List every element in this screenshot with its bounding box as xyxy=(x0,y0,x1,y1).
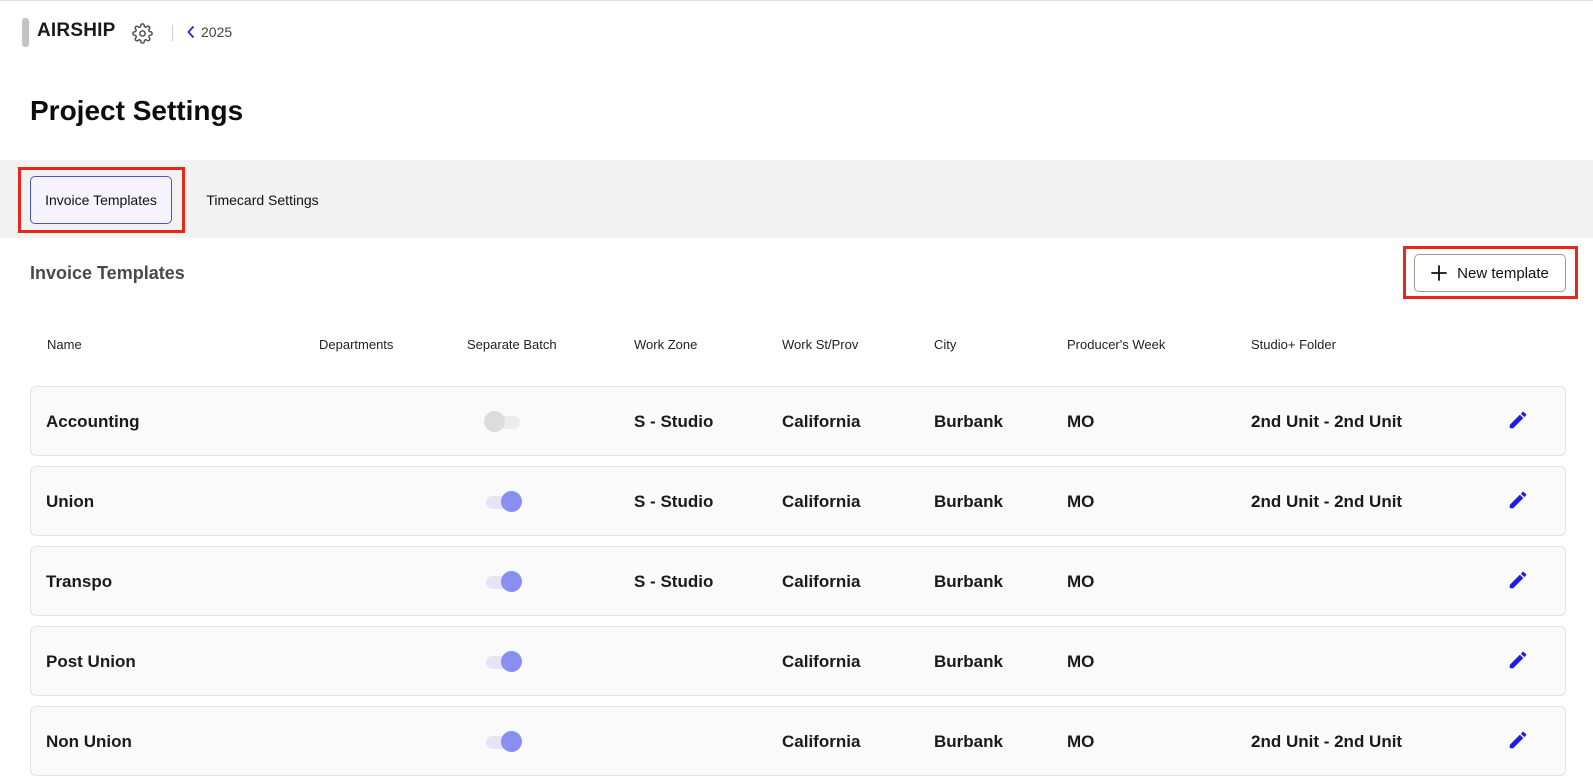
cell-city: Burbank xyxy=(934,572,1003,591)
column-header-producers-week: Producer's Week xyxy=(1067,337,1166,352)
table-row[interactable]: Transpo S - Studio California Burbank MO xyxy=(30,546,1566,616)
cell-studio-folder: 2nd Unit - 2nd Unit xyxy=(1251,492,1403,511)
column-header-work-zone: Work Zone xyxy=(634,337,698,352)
pencil-icon[interactable] xyxy=(1507,489,1529,511)
cell-work-state: California xyxy=(782,572,861,591)
pencil-icon[interactable] xyxy=(1507,729,1529,751)
cell-work-state: California xyxy=(782,412,861,431)
cell-work-state: California xyxy=(782,732,861,751)
cell-name: Transpo xyxy=(46,572,113,591)
column-header-name: Name xyxy=(47,337,82,352)
cell-producers-week: MO xyxy=(1067,572,1095,591)
separate-batch-toggle[interactable] xyxy=(484,651,522,673)
cell-name: Non Union xyxy=(46,732,132,751)
cell-studio-folder: 2nd Unit - 2nd Unit xyxy=(1251,412,1403,431)
chevron-left-icon xyxy=(187,26,194,38)
column-header-studio-folder: Studio+ Folder xyxy=(1251,337,1336,352)
separate-batch-toggle[interactable] xyxy=(484,571,522,593)
column-header-work-state: Work St/Prov xyxy=(782,337,859,352)
cell-producers-week: MO xyxy=(1067,652,1095,671)
section-title: Invoice Templates xyxy=(30,263,185,283)
cell-city: Burbank xyxy=(934,412,1003,431)
top-bar: AIRSHIP 2025 xyxy=(0,1,1593,63)
column-header-city: City xyxy=(934,337,957,352)
column-header-departments: Departments xyxy=(319,337,394,352)
back-link[interactable]: 2025 xyxy=(187,24,232,40)
plus-icon xyxy=(1431,265,1448,281)
pencil-icon[interactable] xyxy=(1507,409,1529,431)
table-row[interactable]: Post Union California Burbank MO xyxy=(30,626,1566,696)
app-logo[interactable]: AIRSHIP xyxy=(37,20,115,42)
table-row[interactable]: Accounting S - Studio California Burbank… xyxy=(30,386,1566,456)
table-row[interactable]: Union S - Studio California Burbank MO 2… xyxy=(30,466,1566,536)
pencil-icon[interactable] xyxy=(1507,649,1529,671)
cell-work-zone: S - Studio xyxy=(634,492,714,511)
cell-city: Burbank xyxy=(934,732,1003,751)
separate-batch-toggle[interactable] xyxy=(484,731,522,753)
gear-icon[interactable] xyxy=(132,23,153,44)
separate-batch-toggle[interactable] xyxy=(484,411,522,433)
pencil-icon[interactable] xyxy=(1507,569,1529,591)
cell-name: Accounting xyxy=(46,412,140,431)
tab-timecard-settings[interactable]: Timecard Settings xyxy=(190,176,335,224)
cell-studio-folder: 2nd Unit - 2nd Unit xyxy=(1251,732,1403,751)
cell-work-state: California xyxy=(782,492,861,511)
new-template-label: New template xyxy=(1457,264,1549,282)
cell-producers-week: MO xyxy=(1067,732,1095,751)
table-header: Name Departments Separate Batch Work Zon… xyxy=(30,335,1566,355)
separate-batch-toggle[interactable] xyxy=(484,491,522,513)
column-header-separate-batch: Separate Batch xyxy=(467,337,557,352)
back-link-label: 2025 xyxy=(201,24,233,40)
cell-name: Post Union xyxy=(46,652,136,671)
cell-name: Union xyxy=(46,492,95,511)
table-row[interactable]: Non Union California Burbank MO 2nd Unit… xyxy=(30,706,1566,776)
cell-work-state: California xyxy=(782,652,861,671)
cell-producers-week: MO xyxy=(1067,492,1095,511)
brand-mark xyxy=(22,18,29,47)
new-template-button[interactable]: New template xyxy=(1414,254,1566,292)
tab-invoice-templates[interactable]: Invoice Templates xyxy=(30,176,172,224)
cell-city: Burbank xyxy=(934,492,1003,511)
cell-producers-week: MO xyxy=(1067,412,1095,431)
breadcrumb-divider xyxy=(172,25,173,41)
cell-work-zone: S - Studio xyxy=(634,412,714,431)
cell-work-zone: S - Studio xyxy=(634,572,714,591)
cell-city: Burbank xyxy=(934,652,1003,671)
page-title: Project Settings xyxy=(30,95,244,126)
